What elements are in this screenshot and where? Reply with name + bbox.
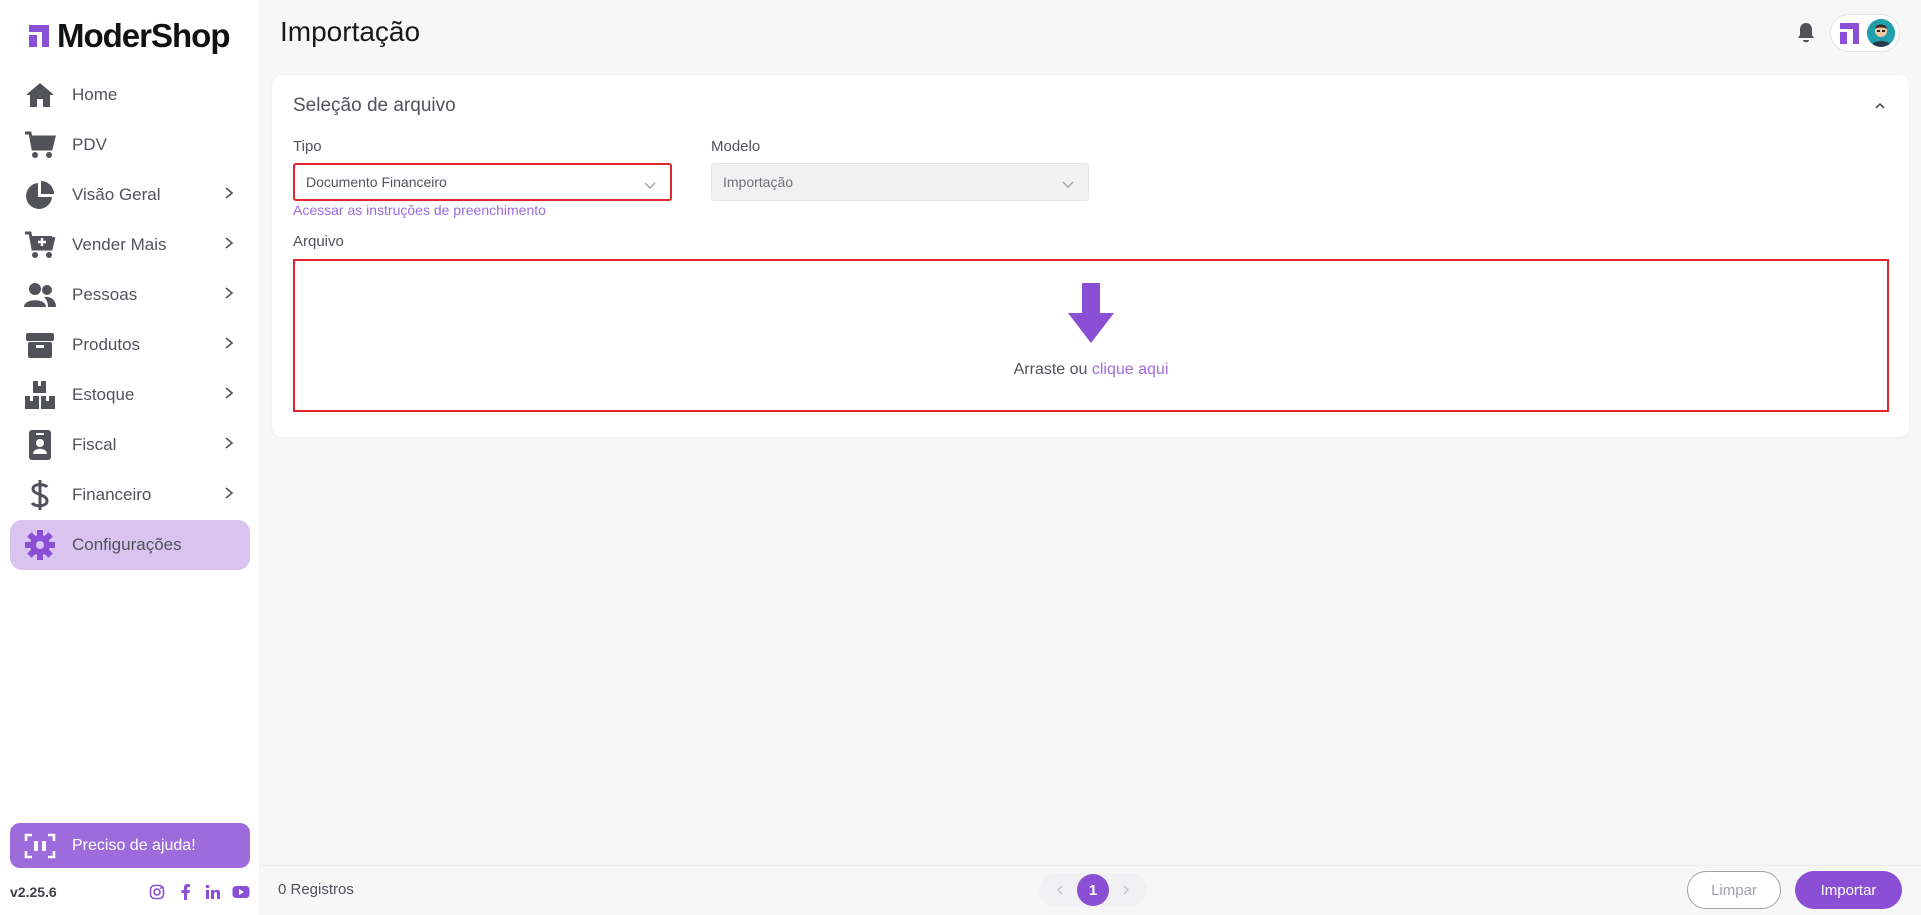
- tipo-select[interactable]: Documento Financeiro: [293, 163, 672, 201]
- logo-mark-icon: [29, 25, 49, 47]
- chevron-left-icon: [1057, 885, 1063, 895]
- chevron-right-icon: [1123, 885, 1129, 895]
- id-badge-icon: [24, 429, 56, 461]
- cart-plus-icon: [24, 229, 56, 261]
- pagination: 1: [1039, 873, 1147, 907]
- sidebar-item-label: Home: [72, 85, 118, 104]
- sidebar: ModerShop Home PDV Visão Geral Vender Ma…: [0, 0, 259, 915]
- chevron-right-icon: [225, 437, 234, 449]
- page-number-button[interactable]: 1: [1077, 874, 1109, 906]
- sidebar-item-label: Produtos: [72, 335, 141, 354]
- chevron-right-icon: [225, 237, 234, 249]
- bell-icon[interactable]: [1796, 22, 1816, 44]
- arquivo-label: Arquivo: [293, 233, 344, 250]
- pie-chart-icon: [24, 179, 56, 211]
- tipo-select-value: Documento Financeiro: [306, 174, 447, 190]
- file-dropzone[interactable]: Arraste ou clique aqui: [293, 259, 1889, 412]
- dropzone-click-link[interactable]: clique aqui: [1092, 361, 1169, 378]
- brand-name: ModerShop: [57, 17, 230, 54]
- gear-icon: [24, 529, 56, 561]
- facebook-icon[interactable]: [176, 883, 194, 901]
- chevron-right-icon: [225, 287, 234, 299]
- instagram-icon[interactable]: [148, 883, 166, 901]
- modelo-label: Modelo: [711, 138, 761, 155]
- linkedin-icon[interactable]: [204, 883, 222, 901]
- chevron-right-icon: [225, 487, 234, 499]
- records-count: 0 Registros: [278, 881, 354, 898]
- modelo-select[interactable]: Importação: [711, 163, 1089, 201]
- sidebar-item-label: Estoque: [72, 385, 135, 404]
- sidebar-item-financeiro[interactable]: Financeiro: [10, 470, 250, 520]
- social-links: [148, 883, 250, 901]
- dollar-icon: [24, 479, 56, 511]
- sidebar-nav: Home PDV Visão Geral Vender Mais Pessoas…: [10, 70, 250, 570]
- chevron-down-icon: [644, 182, 656, 189]
- dropzone-label: Arraste ou: [1013, 361, 1088, 378]
- chevron-right-icon: [225, 337, 234, 349]
- youtube-icon[interactable]: [232, 883, 250, 901]
- sidebar-footer: v2.25.6: [10, 880, 250, 904]
- main-content: Importação Seleção de arquivo Tipo Docum…: [259, 0, 1921, 915]
- users-icon: [24, 279, 56, 311]
- sidebar-item-label: Visão Geral: [72, 185, 161, 204]
- chevron-down-icon: [1062, 181, 1074, 188]
- sidebar-item-label: Configurações: [72, 535, 182, 554]
- file-selection-card: Seleção de arquivo Tipo Documento Financ…: [272, 75, 1909, 437]
- boxes-icon: [24, 379, 56, 411]
- cart-icon: [24, 129, 56, 161]
- sidebar-item-label: Fiscal: [72, 435, 117, 454]
- user-menu[interactable]: [1830, 14, 1900, 52]
- tipo-label: Tipo: [293, 138, 322, 155]
- modelo-select-value: Importação: [723, 174, 794, 190]
- sidebar-item-label: Vender Mais: [72, 235, 167, 254]
- topbar: Importação: [259, 0, 1921, 66]
- sidebar-item-label: Financeiro: [72, 485, 152, 504]
- help-icon: [24, 832, 56, 860]
- chevron-right-icon: [225, 187, 234, 199]
- help-button[interactable]: Preciso de ajuda!: [10, 823, 250, 868]
- sidebar-item-vender-mais[interactable]: Vender Mais: [10, 220, 250, 270]
- prev-page-button[interactable]: [1043, 873, 1077, 907]
- arrow-down-icon: [1068, 283, 1114, 343]
- app-version: v2.25.6: [10, 884, 57, 900]
- import-button[interactable]: Importar: [1795, 871, 1902, 909]
- sidebar-item-label: Pessoas: [72, 285, 138, 304]
- help-button-label: Preciso de ajuda!: [72, 836, 196, 854]
- card-title: Seleção de arquivo: [293, 95, 456, 116]
- logo[interactable]: ModerShop: [27, 16, 230, 56]
- home-icon: [24, 79, 56, 111]
- sidebar-item-pessoas[interactable]: Pessoas: [10, 270, 250, 320]
- sidebar-item-home[interactable]: Home: [10, 70, 250, 120]
- clear-button[interactable]: Limpar: [1687, 871, 1781, 909]
- sidebar-item-visao-geral[interactable]: Visão Geral: [10, 170, 250, 220]
- avatar: [1867, 19, 1895, 47]
- instructions-link[interactable]: Acessar as instruções de preenchimento: [293, 202, 546, 218]
- sidebar-item-estoque[interactable]: Estoque: [10, 370, 250, 420]
- bottom-bar: 0 Registros 1 Limpar Importar: [259, 865, 1921, 915]
- next-page-button[interactable]: [1109, 873, 1143, 907]
- sidebar-item-pdv[interactable]: PDV: [10, 120, 250, 170]
- brand-mark-icon: [1840, 23, 1859, 44]
- page-title: Importação: [280, 16, 421, 47]
- chevron-up-icon[interactable]: [1873, 99, 1887, 113]
- box-icon: [24, 329, 56, 361]
- sidebar-item-label: PDV: [72, 135, 107, 154]
- dropzone-text: Arraste ou clique aqui: [295, 361, 1887, 379]
- chevron-right-icon: [225, 387, 234, 399]
- sidebar-item-produtos[interactable]: Produtos: [10, 320, 250, 370]
- sidebar-item-fiscal[interactable]: Fiscal: [10, 420, 250, 470]
- sidebar-item-configuracoes[interactable]: Configurações: [10, 520, 250, 570]
